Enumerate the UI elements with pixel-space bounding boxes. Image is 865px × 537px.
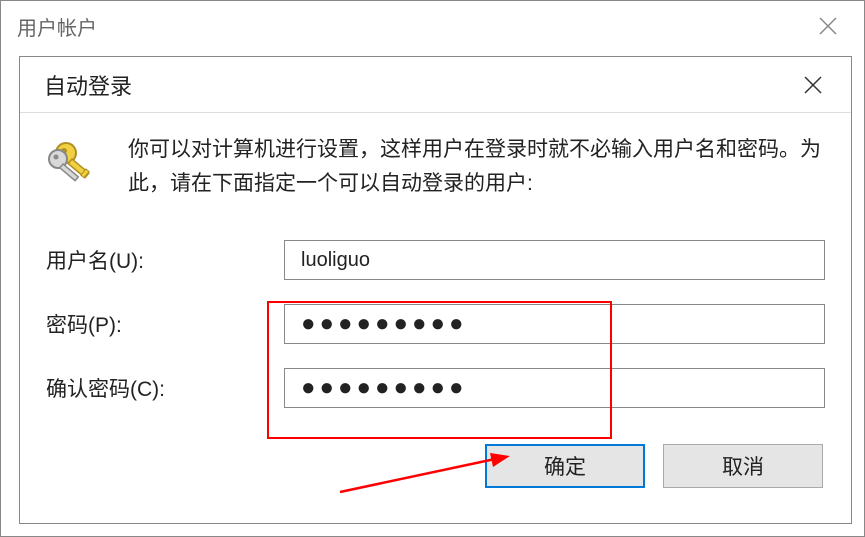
dialog-titlebar: 自动登录	[20, 57, 851, 113]
info-section: 你可以对计算机进行设置，这样用户在登录时就不必输入用户名和密码。为此，请在下面指…	[46, 133, 825, 200]
close-icon	[804, 76, 822, 94]
auto-login-dialog: 自动登录	[19, 56, 852, 524]
outer-window: 用户帐户 自动登录	[0, 0, 865, 537]
username-row: 用户名(U):	[46, 240, 825, 280]
username-label: 用户名(U):	[46, 245, 284, 275]
confirm-password-input[interactable]	[284, 368, 825, 408]
outer-titlebar: 用户帐户	[1, 1, 864, 51]
confirm-password-row: 确认密码(C):	[46, 368, 825, 408]
username-input[interactable]	[284, 240, 825, 280]
dialog-title: 自动登录	[44, 69, 132, 101]
cancel-button[interactable]: 取消	[663, 444, 823, 488]
dialog-description: 你可以对计算机进行设置，这样用户在登录时就不必输入用户名和密码。为此，请在下面指…	[128, 133, 825, 200]
keys-icon	[46, 133, 104, 191]
dialog-buttons: 确定 取消	[46, 444, 825, 488]
password-row: 密码(P):	[46, 304, 825, 344]
outer-window-title: 用户帐户	[17, 12, 97, 41]
confirm-password-label: 确认密码(C):	[46, 373, 284, 403]
dialog-body: 你可以对计算机进行设置，这样用户在登录时就不必输入用户名和密码。为此，请在下面指…	[20, 113, 851, 504]
outer-close-button[interactable]	[808, 6, 848, 46]
close-icon	[819, 17, 837, 35]
password-input[interactable]	[284, 304, 825, 344]
ok-button[interactable]: 确定	[485, 444, 645, 488]
password-label: 密码(P):	[46, 309, 284, 339]
dialog-close-button[interactable]	[793, 65, 833, 105]
